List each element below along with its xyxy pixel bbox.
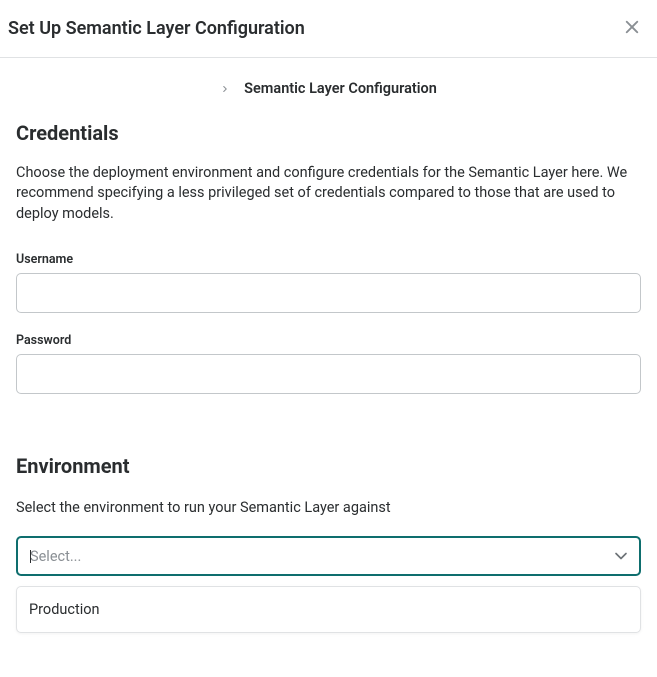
dialog-header: Set Up Semantic Layer Configuration (0, 0, 657, 58)
username-input[interactable] (16, 273, 641, 313)
credentials-help-text: Choose the deployment environment and co… (16, 163, 641, 224)
environment-select-wrapper: Select... Production (16, 536, 641, 633)
breadcrumb: Semantic Layer Configuration (0, 58, 657, 117)
credentials-heading: Credentials (16, 121, 641, 145)
dialog-title: Set Up Semantic Layer Configuration (8, 18, 305, 39)
chevron-down-icon (603, 542, 631, 570)
dialog-content: Credentials Choose the deployment enviro… (0, 121, 657, 633)
password-label: Password (16, 333, 641, 348)
username-label: Username (16, 252, 641, 267)
close-icon (623, 18, 641, 39)
environment-select-placeholder: Select... (30, 548, 81, 565)
breadcrumb-current: Semantic Layer Configuration (244, 80, 437, 97)
environment-select-menu: Production (16, 586, 641, 633)
environment-heading: Environment (16, 454, 641, 478)
password-input[interactable] (16, 354, 641, 394)
environment-select[interactable]: Select... (16, 536, 641, 576)
environment-option-production[interactable]: Production (17, 591, 640, 628)
environment-help-text: Select the environment to run your Seman… (16, 498, 641, 518)
close-button[interactable] (619, 14, 645, 43)
chevron-right-icon (220, 84, 230, 94)
